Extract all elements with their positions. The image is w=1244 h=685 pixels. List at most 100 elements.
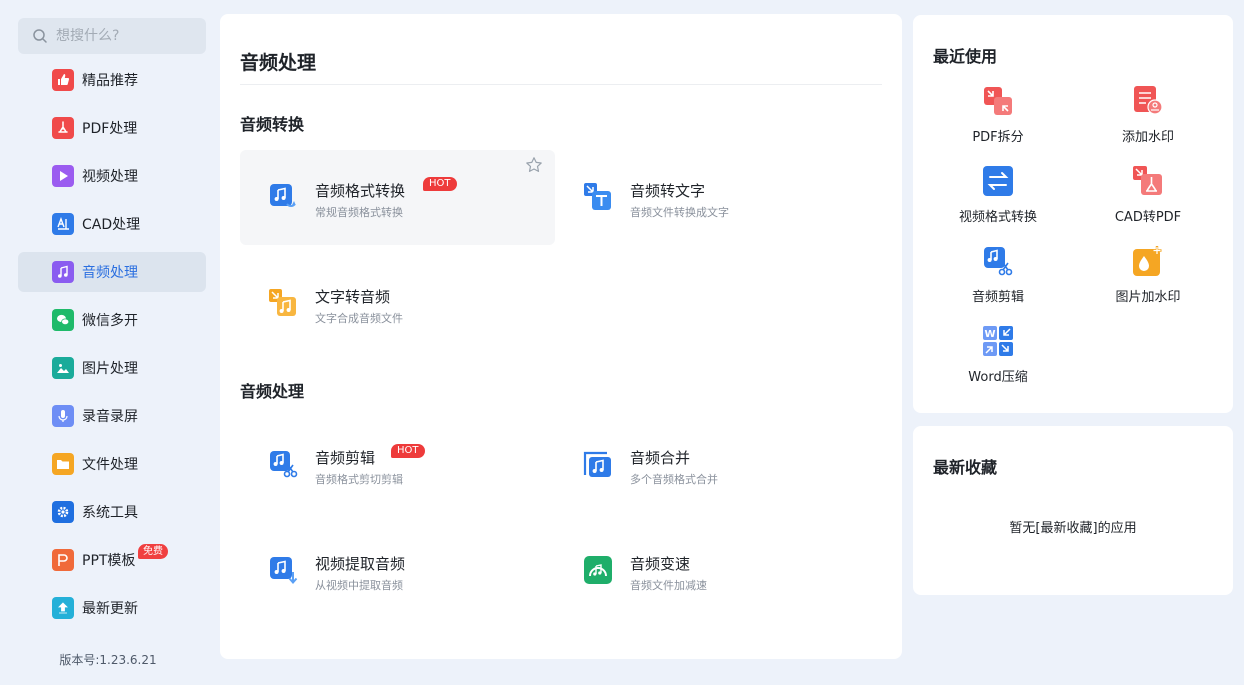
folder-icon — [52, 453, 74, 475]
card-desc: 音频文件加减速 — [630, 579, 707, 592]
version-label: 版本号:1.23.6.21 — [59, 653, 157, 667]
sidebar-item-pdf[interactable]: PDF处理 — [18, 108, 206, 148]
sidebar-item-recommended[interactable]: 精品推荐 — [18, 60, 206, 100]
section-title-processing: 音频处理 — [240, 382, 305, 401]
card-audio-speed[interactable]: 音频变速 音频文件加减速 — [555, 523, 870, 618]
card-audio-to-text[interactable]: 音频转文字 音频文件转换成文字 — [555, 150, 870, 245]
card-desc: 常规音频格式转换 — [315, 206, 403, 219]
sidebar-item-label: 系统工具 — [82, 505, 138, 521]
card-extract-audio[interactable]: 视频提取音频 从视频中提取音频 — [240, 523, 555, 618]
word-compress-icon: W — [982, 325, 1014, 357]
recent-item-label: 图片加水印 — [1115, 290, 1181, 305]
watermark-doc-icon — [1132, 85, 1164, 117]
pdf-split-icon — [982, 85, 1014, 117]
extract-audio-icon — [268, 555, 298, 585]
ppt-icon — [52, 549, 74, 571]
cad-icon — [52, 213, 74, 235]
swap-arrows-icon — [982, 165, 1014, 197]
recent-item-pdf-split[interactable]: PDF拆分 — [923, 85, 1073, 145]
upload-arrow-icon — [52, 597, 74, 619]
recent-item-add-watermark[interactable]: 添加水印 — [1073, 85, 1223, 145]
card-title: 音频格式转换 — [315, 182, 406, 200]
sidebar-item-ppt[interactable]: PPT模板 免费 — [18, 540, 206, 580]
sidebar-item-label: 最新更新 — [82, 601, 138, 617]
sidebar-item-label: 图片处理 — [82, 361, 138, 377]
card-desc: 多个音频格式合并 — [630, 473, 718, 486]
microphone-icon — [52, 405, 74, 427]
sidebar-item-record[interactable]: 录音录屏 — [18, 396, 206, 436]
audio-cut-icon — [268, 449, 298, 479]
card-audio-merge[interactable]: 音频合并 多个音频格式合并 — [555, 417, 870, 512]
music-note-icon — [52, 261, 74, 283]
sidebar: 精品推荐 PDF处理 视频处理 CAD处理 音频处理 微信多开 图片处理 录音 — [0, 0, 216, 685]
sidebar-item-cad[interactable]: CAD处理 — [18, 204, 206, 244]
wechat-icon — [52, 309, 74, 331]
sidebar-item-label: CAD处理 — [82, 217, 141, 233]
recent-item-label: PDF拆分 — [972, 130, 1024, 145]
sidebar-item-system[interactable]: 系统工具 — [18, 492, 206, 532]
sidebar-nav: 精品推荐 PDF处理 视频处理 CAD处理 音频处理 微信多开 图片处理 录音录… — [18, 60, 206, 636]
free-badge: 免费 — [138, 544, 168, 559]
section-title-conversion: 音频转换 — [240, 115, 305, 134]
card-title: 音频变速 — [630, 555, 691, 573]
audio-speed-icon — [583, 555, 613, 585]
favorites-empty-text: 暂无[最新收藏]的应用 — [1009, 521, 1137, 536]
recent-item-image-watermark[interactable]: 图片加水印 — [1073, 245, 1223, 305]
sidebar-item-updates[interactable]: 最新更新 — [18, 588, 206, 628]
card-desc: 音频格式剪切剪辑 — [315, 473, 403, 486]
image-icon — [52, 357, 74, 379]
audio-cut-icon — [982, 245, 1014, 277]
text-to-audio-icon — [268, 288, 298, 318]
gear-icon — [52, 501, 74, 523]
favorites-panel: 最新收藏 暂无[最新收藏]的应用 — [913, 426, 1233, 595]
search-box[interactable] — [18, 18, 206, 54]
recent-item-label: Word压缩 — [968, 370, 1028, 385]
card-title: 文字转音频 — [315, 288, 391, 306]
hot-badge: HOT — [423, 177, 457, 191]
sidebar-item-label: 音频处理 — [82, 265, 138, 281]
recent-panel: 最近使用 PDF拆分 添加水印 视频格式转换 CAD转PDF 音频剪辑 图片加水… — [913, 15, 1233, 413]
title-divider — [240, 84, 882, 85]
svg-text:W: W — [984, 329, 995, 340]
card-desc: 音频文件转换成文字 — [630, 206, 729, 219]
sidebar-item-video[interactable]: 视频处理 — [18, 156, 206, 196]
sidebar-item-audio[interactable]: 音频处理 — [18, 252, 206, 292]
card-title: 音频剪辑 — [315, 449, 376, 467]
thumbs-up-icon — [52, 69, 74, 91]
audio-merge-icon — [583, 449, 613, 479]
recent-item-video-convert[interactable]: 视频格式转换 — [923, 165, 1073, 225]
sidebar-item-label: 视频处理 — [82, 169, 138, 185]
recent-item-cad-to-pdf[interactable]: CAD转PDF — [1073, 165, 1223, 225]
card-title: 音频合并 — [630, 449, 691, 467]
sidebar-item-label: 文件处理 — [82, 457, 138, 473]
image-watermark-icon — [1132, 245, 1164, 277]
sidebar-item-label: 微信多开 — [82, 313, 138, 329]
recent-item-label: CAD转PDF — [1114, 210, 1182, 225]
sidebar-item-label: PDF处理 — [82, 121, 138, 137]
card-audio-cut[interactable]: 音频剪辑 HOT 音频格式剪切剪辑 — [240, 417, 555, 512]
play-icon — [52, 165, 74, 187]
card-audio-format-convert[interactable]: 音频格式转换 HOT 常规音频格式转换 — [240, 150, 555, 245]
main-panel: 音频处理 音频转换 音频格式转换 HOT 常规音频格式转换 音频转文字 音频文件… — [220, 14, 902, 659]
search-icon — [33, 29, 47, 43]
recent-item-word-compress[interactable]: W Word压缩 — [923, 325, 1073, 385]
sidebar-item-wechat[interactable]: 微信多开 — [18, 300, 206, 340]
page-title: 音频处理 — [240, 52, 317, 74]
audio-to-text-icon — [583, 182, 613, 212]
card-text-to-audio[interactable]: 文字转音频 文字合成音频文件 — [240, 256, 555, 351]
card-desc: 从视频中提取音频 — [315, 579, 403, 592]
sidebar-item-image[interactable]: 图片处理 — [18, 348, 206, 388]
cad-to-pdf-icon — [1132, 165, 1164, 197]
star-icon[interactable] — [525, 156, 543, 174]
recent-title: 最近使用 — [933, 47, 998, 66]
sidebar-item-file[interactable]: 文件处理 — [18, 444, 206, 484]
favorites-title: 最新收藏 — [933, 458, 998, 477]
card-desc: 文字合成音频文件 — [315, 312, 403, 325]
recent-item-label: 视频格式转换 — [958, 210, 1037, 225]
recent-item-label: 添加水印 — [1121, 130, 1174, 145]
hot-badge: HOT — [391, 444, 425, 458]
recent-item-audio-cut[interactable]: 音频剪辑 — [923, 245, 1073, 305]
sidebar-item-label: 精品推荐 — [82, 73, 138, 89]
sidebar-item-label: 录音录屏 — [82, 409, 138, 425]
search-input[interactable] — [56, 28, 196, 44]
